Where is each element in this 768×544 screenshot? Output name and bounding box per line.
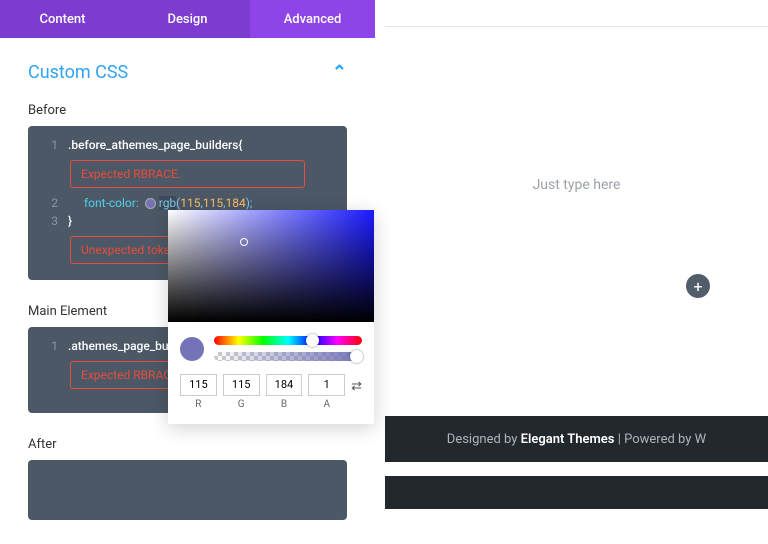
color-picker: R G B A ⇄ — [168, 210, 374, 424]
section-header[interactable]: Custom CSS ⌃ — [28, 62, 347, 83]
saturation-field[interactable] — [168, 210, 374, 322]
error-message: Expected RBRACE. — [70, 160, 305, 188]
before-label: Before — [28, 103, 347, 118]
page-preview: Just type here + Designed by Elegant The… — [385, 0, 768, 533]
code-text: .athemes_page_bu — [68, 339, 169, 353]
hue-thumb[interactable] — [306, 334, 319, 347]
footer-credit: Designed by Elegant Themes | Powered by … — [385, 416, 768, 462]
current-color-swatch — [180, 337, 204, 361]
alpha-slider[interactable] — [214, 352, 362, 361]
tab-bar: Content Design Advanced — [0, 0, 375, 38]
hue-slider[interactable] — [214, 336, 362, 345]
content-area[interactable]: Just type here — [385, 26, 768, 396]
code-text: .before_athemes_page_builders{ — [68, 138, 242, 152]
b-input[interactable] — [266, 374, 303, 396]
tab-advanced[interactable]: Advanced — [250, 0, 375, 38]
plus-icon: + — [693, 277, 702, 296]
section-title: Custom CSS — [28, 62, 128, 83]
r-input[interactable] — [180, 374, 217, 396]
tab-design[interactable]: Design — [125, 0, 250, 38]
after-label: After — [28, 437, 347, 452]
format-toggle-icon[interactable]: ⇄ — [351, 379, 362, 404]
footer-brand[interactable]: Elegant Themes — [521, 432, 615, 447]
tab-content[interactable]: Content — [0, 0, 125, 38]
saturation-cursor[interactable] — [240, 238, 248, 246]
admin-bar — [385, 476, 768, 509]
add-button[interactable]: + — [686, 274, 710, 298]
placeholder-text: Just type here — [385, 177, 768, 193]
chevron-up-icon: ⌃ — [332, 62, 347, 83]
after-code-editor[interactable] — [28, 460, 347, 520]
color-swatch-icon[interactable] — [145, 198, 156, 209]
g-input[interactable] — [223, 374, 260, 396]
alpha-thumb[interactable] — [350, 350, 363, 363]
a-input[interactable] — [308, 374, 345, 396]
